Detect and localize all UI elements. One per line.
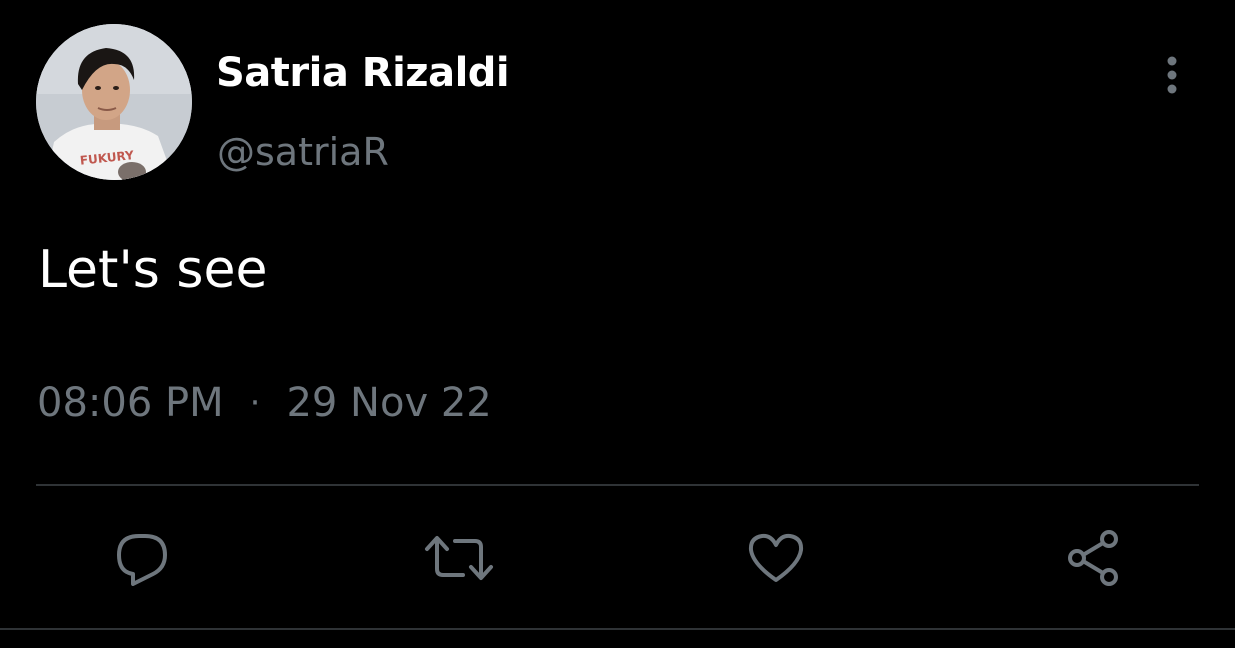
- retweet-icon: [425, 536, 493, 580]
- author-display-name[interactable]: Satria Rizaldi: [216, 50, 510, 96]
- divider: [36, 484, 1199, 486]
- more-options-button[interactable]: [1150, 52, 1194, 98]
- action-bar: [0, 520, 1235, 596]
- author-handle[interactable]: @satriaR: [217, 130, 389, 174]
- tweet-text: Let's see: [38, 240, 268, 300]
- more-vertical-icon: [1167, 56, 1177, 94]
- retweet-button[interactable]: [421, 520, 497, 596]
- like-icon: [748, 533, 804, 582]
- like-button[interactable]: [738, 520, 814, 596]
- avatar[interactable]: FUKURY: [36, 24, 192, 180]
- reply-icon: [117, 534, 167, 586]
- avatar-photo: FUKURY: [36, 24, 192, 180]
- share-icon: [1068, 530, 1118, 586]
- tweet-detail: FUKURY Satria Rizaldi @satriaR Let's see…: [0, 0, 1235, 648]
- bottom-divider: [0, 628, 1235, 630]
- share-button[interactable]: [1056, 520, 1132, 596]
- reply-button[interactable]: [104, 520, 180, 596]
- tweet-time: 08:06 PM: [37, 380, 224, 426]
- tweet-metadata: 08:06 PM · 29 Nov 22: [37, 380, 492, 426]
- meta-separator: ·: [249, 383, 261, 423]
- tweet-date: 29 Nov 22: [286, 380, 492, 426]
